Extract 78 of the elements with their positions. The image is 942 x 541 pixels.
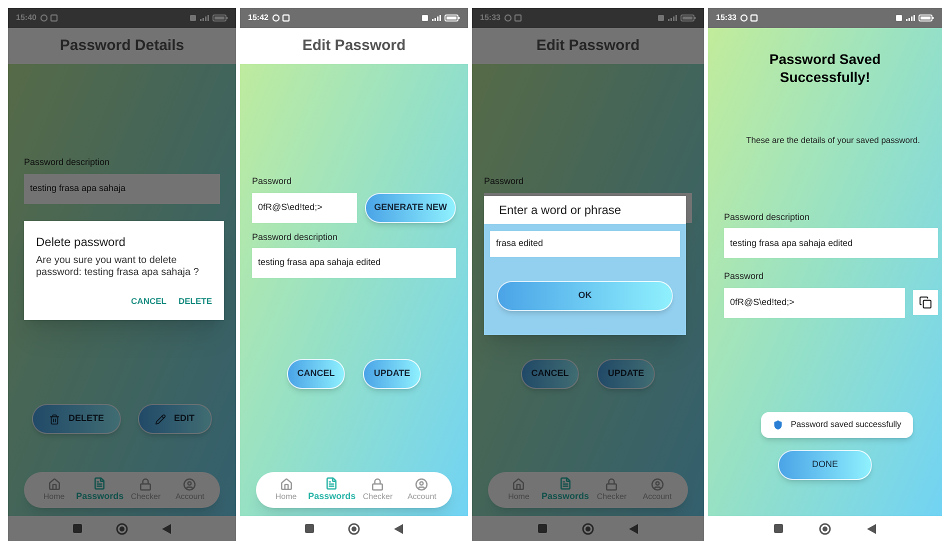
generate-button[interactable]: GENERATE NEW	[365, 192, 456, 222]
action-button[interactable]: UPDATE	[363, 359, 421, 389]
recents-icon[interactable]	[774, 524, 783, 533]
copy-button[interactable]	[913, 290, 938, 316]
list-icon	[558, 476, 572, 490]
action-button[interactable]: EDIT	[138, 404, 212, 434]
lock-icon	[139, 478, 152, 490]
status-time: 15:33	[716, 12, 736, 24]
home-circle-icon[interactable]	[582, 522, 594, 534]
notification-icons	[40, 14, 60, 22]
ok-button[interactable]: OK	[497, 281, 673, 311]
back-icon[interactable]	[629, 524, 638, 534]
screen-title: Edit Password	[302, 36, 406, 56]
list-icon	[93, 476, 106, 490]
done-button[interactable]: DONE	[778, 450, 872, 480]
nav-tab[interactable]: Passwords	[541, 476, 590, 504]
dialog-button[interactable]: DELETE	[178, 295, 212, 308]
home-circle-icon[interactable]	[116, 522, 128, 534]
text-field[interactable]: 0fR@S\ed!ted;>	[252, 192, 358, 222]
home-circle-icon[interactable]	[348, 522, 360, 534]
text-field[interactable]: testing frasa apa sahaja	[24, 174, 220, 204]
text-field[interactable]: 0fR@S\ed!ted;>	[724, 288, 905, 318]
dialog-message: Are you sure you want to delete password: testing frasa apa sahaja ?	[36, 255, 200, 279]
action-button[interactable]: CANCEL	[287, 359, 345, 389]
user-icon	[415, 478, 428, 490]
toast-message: Password saved successfully	[790, 418, 902, 432]
signal-battery-icons	[658, 14, 696, 22]
signal-battery-icons	[422, 14, 460, 22]
nav-tab[interactable]: Passwords	[76, 476, 124, 504]
text-field[interactable]: testing frasa apa sahaja edited	[252, 248, 456, 278]
dialog-title: Delete password	[36, 234, 126, 251]
user-icon	[183, 478, 196, 490]
action-button[interactable]: CANCEL	[521, 359, 579, 389]
signal-battery-icons	[190, 14, 228, 22]
signal-battery-icons	[896, 14, 934, 22]
shield-icon	[772, 420, 783, 430]
home-icon	[512, 478, 526, 490]
nav-tab[interactable]: Passwords	[308, 476, 356, 504]
dialog-button[interactable]: CANCEL	[131, 295, 166, 308]
trash-icon	[49, 414, 60, 424]
recents-icon[interactable]	[305, 524, 314, 533]
notification-icons	[504, 14, 524, 22]
home-circle-icon[interactable]	[819, 522, 831, 534]
back-icon[interactable]	[867, 524, 876, 534]
screen-title: Password Details	[60, 36, 184, 56]
list-icon	[325, 476, 338, 490]
dialog-title: Enter a word or phrase	[499, 202, 622, 219]
screen-title: Edit Password	[536, 36, 640, 56]
text-field[interactable]: testing frasa apa sahaja edited	[724, 228, 938, 258]
notification-icons	[740, 14, 760, 22]
field-label: Password description	[252, 230, 339, 244]
nav-tab[interactable]: Account	[400, 478, 444, 502]
field-label: Password	[724, 270, 765, 284]
subtitle: These are the details of your saved password.	[745, 134, 921, 147]
recents-icon[interactable]	[538, 524, 547, 533]
status-time: 15:40	[16, 12, 36, 24]
back-icon[interactable]	[162, 524, 171, 534]
nav-tab[interactable]: Home	[264, 478, 308, 502]
user-icon	[650, 478, 664, 490]
action-button[interactable]: DELETE	[32, 404, 121, 434]
copy-icon	[919, 296, 932, 310]
field-label: Password	[252, 175, 293, 188]
lock-icon	[371, 478, 384, 490]
back-icon[interactable]	[394, 524, 403, 534]
action-button[interactable]: UPDATE	[597, 359, 655, 389]
field-label: Password	[484, 175, 525, 188]
status-time: 15:33	[480, 12, 500, 24]
field-label: Password description	[24, 156, 111, 169]
pencil-icon	[154, 414, 166, 424]
text-field[interactable]: frasa edited	[490, 231, 680, 257]
notification-icons	[272, 14, 292, 22]
status-time: 15:42	[248, 12, 268, 24]
screen-title: Password Saved Successfully!	[768, 50, 882, 86]
home-icon	[280, 478, 293, 490]
field-label: Password description	[724, 210, 811, 224]
nav-tab[interactable]: Checker	[356, 478, 400, 502]
lock-icon	[605, 478, 618, 490]
home-icon	[48, 478, 61, 490]
